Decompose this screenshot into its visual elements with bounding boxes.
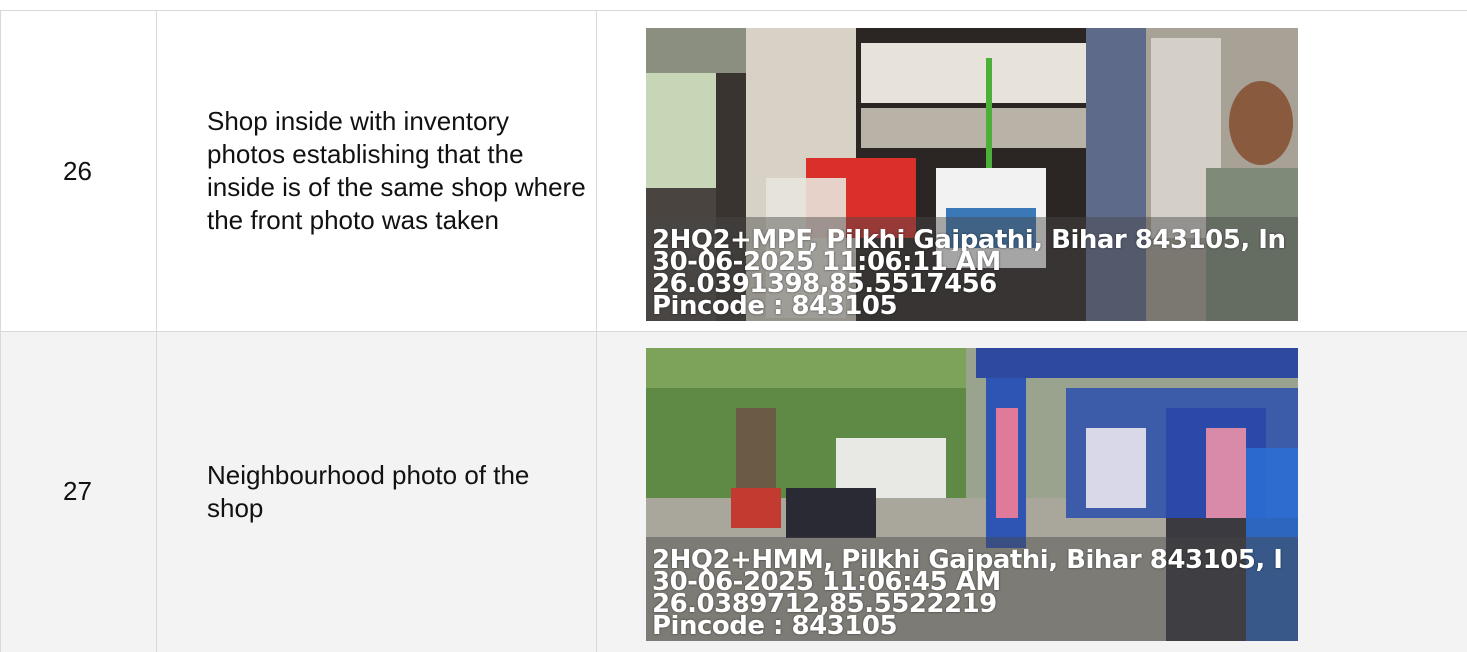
photo-stamp: 2HQ2+HMM, Pilkhi Gajpathi, Bihar 843105,…	[652, 549, 1298, 637]
shop-interior-photo: 2HQ2+MPF, Pilkhi Gajpathi, Bihar 843105,…	[646, 28, 1298, 321]
photo-stamp: 2HQ2+MPF, Pilkhi Gajpathi, Bihar 843105,…	[652, 229, 1298, 317]
row-description-cell: Neighbourhood photo of the shop	[157, 332, 597, 652]
evidence-table: 26 Shop inside with inventory photos est…	[0, 10, 1467, 652]
table-row: 27 Neighbourhood photo of the shop	[1, 332, 1467, 652]
row-photo-cell: 2HQ2+HMM, Pilkhi Gajpathi, Bihar 843105,…	[597, 332, 1467, 652]
row-description: Shop inside with inventory photos establ…	[207, 105, 587, 237]
stamp-address: 2HQ2+MPF, Pilkhi Gajpathi, Bihar 843105,…	[652, 229, 1298, 251]
row-number: 26	[1, 11, 157, 332]
row-description-cell: Shop inside with inventory photos establ…	[157, 11, 597, 332]
stamp-pincode: Pincode : 843105	[652, 615, 1298, 637]
stamp-coordinates: 26.0389712,85.5522219	[652, 593, 1298, 615]
stamp-coordinates: 26.0391398,85.5517456	[652, 273, 1298, 295]
stamp-datetime: 30-06-2025 11:06:45 AM	[652, 571, 1298, 593]
row-description: Neighbourhood photo of the shop	[207, 459, 587, 525]
stamp-pincode: Pincode : 843105	[652, 295, 1298, 317]
stamp-datetime: 30-06-2025 11:06:11 AM	[652, 251, 1298, 273]
row-number: 27	[1, 332, 157, 652]
neighbourhood-photo: 2HQ2+HMM, Pilkhi Gajpathi, Bihar 843105,…	[646, 348, 1298, 641]
table-row: 26 Shop inside with inventory photos est…	[1, 11, 1467, 332]
stamp-address: 2HQ2+HMM, Pilkhi Gajpathi, Bihar 843105,…	[652, 549, 1298, 571]
row-photo-cell: 2HQ2+MPF, Pilkhi Gajpathi, Bihar 843105,…	[597, 11, 1467, 332]
